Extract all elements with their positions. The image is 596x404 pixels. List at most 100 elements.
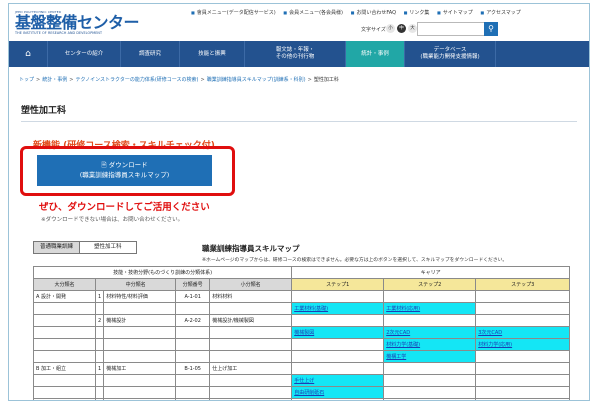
col-step1: ステップ1 — [291, 278, 385, 291]
table-cell — [209, 338, 293, 351]
step-cell — [475, 398, 571, 400]
step-cell — [475, 386, 571, 399]
page-title: 塑性加工科 — [21, 106, 67, 116]
top-link-access[interactable]: アクセスマップ — [480, 10, 520, 16]
table-cell — [94, 374, 105, 387]
table-cell: 2 — [94, 398, 105, 400]
table-cell — [103, 374, 177, 387]
course-link[interactable]: 材料力学(応用) — [475, 338, 571, 351]
search-icon[interactable]: ⚲ — [484, 22, 498, 36]
table-row: 自由研削砥石 — [33, 386, 571, 399]
table-row: 工業材料(基礎) 工業材料(応用) — [33, 302, 571, 315]
divider — [21, 121, 577, 122]
col-mid-category: 中分類名 — [94, 278, 177, 291]
table-cell — [175, 302, 211, 315]
course-link[interactable]: 手仕上げ — [291, 374, 385, 387]
course-link[interactable]: 材料力学(基礎) — [383, 338, 477, 351]
download-button-sublabel: (職業訓練指導員スキルマップ) — [79, 171, 170, 179]
table-cell: 1 — [94, 290, 105, 303]
skillmap-table: 技能・技術分野(ものづくり訓練の分類体系) キャリア 大分類名 中分類名 分類番… — [32, 266, 571, 400]
top-link-links[interactable]: リンク集 — [404, 10, 430, 16]
step-cell — [383, 362, 477, 375]
step-cell — [475, 374, 571, 387]
step-cell — [291, 398, 385, 400]
table-cell: 仕上げ加工 — [209, 362, 293, 375]
top-link-member[interactable]: 会員メニュー(各会員様) — [283, 10, 343, 16]
table-cell: 機械設計/機械製図 — [209, 314, 293, 327]
course-link[interactable]: 機械製図 — [291, 326, 385, 339]
nav-database[interactable]: データベース (職業能力開発支援情報) — [405, 41, 496, 67]
table-cell: A-2-02 — [175, 314, 211, 327]
top-link-sitemap[interactable]: サイトマップ — [437, 10, 473, 16]
table-cell — [94, 350, 105, 363]
table-row: A 設計・開発 1 材料特性/材料評価 A-1-01 材料材料 — [33, 290, 571, 303]
training-kind-label: 普通職業訓練 — [34, 242, 81, 253]
page-frame: JEED POLYTECHNIC CENTER 基盤整備センター THE INS… — [8, 3, 590, 401]
breadcrumb-statistics[interactable]: 統計・事例 — [42, 77, 67, 83]
step-cell — [475, 302, 571, 315]
breadcrumb-skillmap[interactable]: 職業訓練指導員スキルマップ(訓練系・科別) — [207, 77, 306, 83]
col-code: 分類番号 — [175, 278, 211, 291]
nav-home-icon[interactable]: ⌂ — [9, 41, 48, 67]
breadcrumb: トップ > 統計・事例 > テクノインストラクターの能力体系(研修コースの検索) > 職業訓… — [19, 77, 339, 83]
course-link[interactable]: 3次元CAD — [475, 326, 571, 339]
table-cell: 金属加工/成形加工 — [103, 398, 177, 400]
nav-research[interactable]: 調査研究 — [121, 41, 180, 67]
table-row: B 加工・組立 1 機械加工 B-1-05 仕上げ加工 — [33, 362, 571, 375]
step-cell — [291, 314, 385, 327]
step-cell — [291, 338, 385, 351]
training-kind-value: 塑性加工科 — [94, 244, 122, 250]
table-cell — [94, 386, 105, 399]
step-cell — [475, 362, 571, 375]
top-links: 會員メニュー(データ配信サービス) 会員メニュー(各会員様) お問い合わせFAQ… — [191, 9, 527, 16]
table-cell — [103, 386, 177, 399]
nav-about[interactable]: センターの紹介 — [48, 41, 121, 67]
breadcrumb-top[interactable]: トップ — [19, 77, 34, 83]
table-row: 機構工学 — [33, 350, 571, 363]
top-link-member-data[interactable]: 會員メニュー(データ配信サービス) — [191, 10, 276, 16]
step-cell — [383, 314, 477, 327]
table-cell: 機械設計 — [103, 314, 177, 327]
download-button[interactable]: 🗎 ダウンロード (職業訓練指導員スキルマップ) — [37, 155, 212, 186]
table-cell — [33, 374, 96, 387]
download-cta: ぜひ、ダウンロードしてご活用ください — [39, 202, 210, 213]
site-logo[interactable]: JEED POLYTECHNIC CENTER 基盤整備センター THE INS… — [15, 10, 140, 35]
search-input[interactable] — [417, 22, 487, 36]
table-cell — [209, 350, 293, 363]
table-cell — [103, 350, 177, 363]
course-link[interactable]: 自由研削砥石 — [291, 386, 385, 399]
step-cell — [383, 374, 477, 387]
table-cell: 材料材料 — [209, 290, 293, 303]
course-link[interactable]: 工業材料(応用) — [383, 302, 477, 315]
font-size-medium-button[interactable]: 中 — [397, 24, 406, 33]
step-cell — [383, 290, 477, 303]
course-link[interactable]: 工業材料(基礎) — [291, 302, 385, 315]
table-row: 2 機械設計 A-2-02 機械設計/機械製図 — [33, 314, 571, 327]
table-cell — [33, 398, 96, 400]
table-cell — [33, 326, 96, 339]
nav-skills[interactable]: 技能と振興 — [180, 41, 245, 67]
table-cell — [33, 302, 96, 315]
table-cell — [175, 374, 211, 387]
top-link-faq[interactable]: お問い合わせFAQ — [351, 10, 396, 16]
font-size-small-button[interactable]: 小 — [386, 24, 395, 33]
breadcrumb-capability[interactable]: テクノインストラクターの能力体系(研修コースの検索) — [75, 77, 198, 83]
table-cell — [33, 338, 96, 351]
nav-statistics[interactable]: 統計・事例 — [346, 41, 405, 67]
col-step2: ステップ2 — [383, 278, 477, 291]
table-row: 機械製図 2次元CAD 3次元CAD — [33, 326, 571, 339]
table-row: 2金属加工/成形加工B-2-01板金加工 — [33, 398, 571, 400]
table-cell — [103, 302, 177, 315]
table-row: 手仕上げ — [33, 374, 571, 387]
font-size-large-button[interactable]: 大 — [408, 24, 417, 33]
table-header-right: キャリア — [291, 266, 571, 279]
table-cell: B-2-01 — [175, 398, 211, 400]
nav-publications[interactable]: 報文誌・年報・ その他の刊行物 — [245, 41, 346, 67]
step-cell — [291, 362, 385, 375]
skillmap-note: ※ホームページのマップからは、研修コースの検索はできません。必要な方は上のボタン… — [202, 258, 508, 263]
table-cell — [209, 302, 293, 315]
course-link[interactable]: 2次元CAD — [383, 326, 477, 339]
table-cell — [175, 350, 211, 363]
table-cell: 1 — [94, 362, 105, 375]
course-link[interactable]: 機構工学 — [383, 350, 477, 363]
